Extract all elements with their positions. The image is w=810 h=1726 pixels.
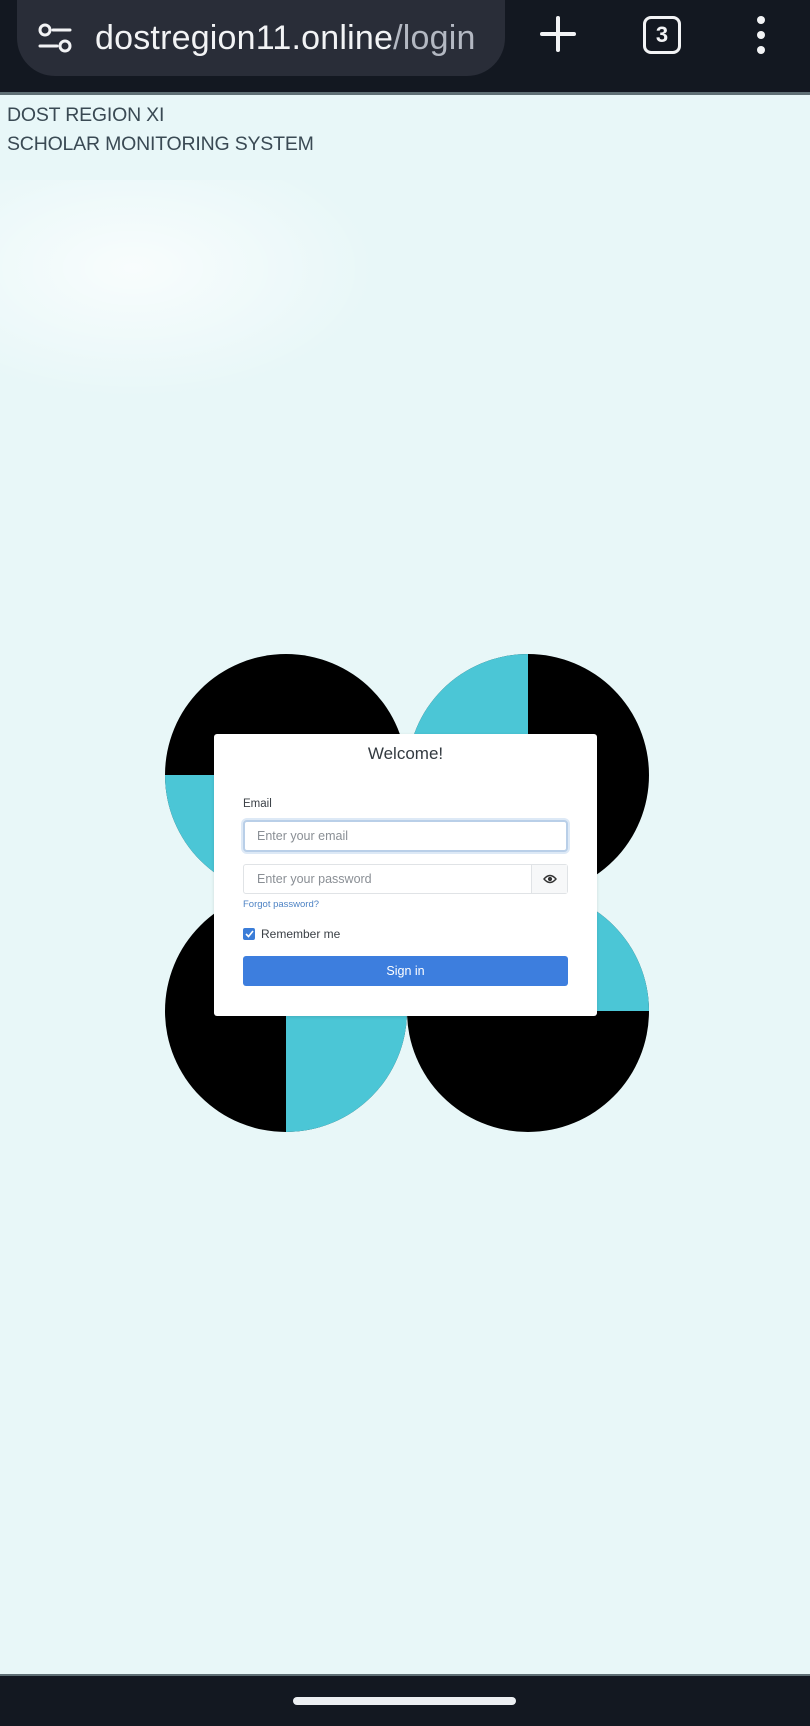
eye-icon[interactable]	[531, 865, 567, 893]
login-card: Welcome! Email Forgot password? Remember…	[214, 734, 597, 1016]
checkmark-icon	[244, 930, 254, 938]
email-label: Email	[243, 798, 272, 810]
password-group	[243, 864, 568, 894]
home-gesture-handle[interactable]	[293, 1697, 516, 1705]
forgot-password-link[interactable]: Forgot password?	[243, 899, 319, 910]
remember-me-label: Remember me	[261, 927, 341, 941]
email-field[interactable]	[243, 820, 568, 852]
remember-me-checkbox[interactable]	[243, 928, 255, 940]
remember-me-row[interactable]: Remember me	[243, 927, 340, 941]
sign-in-button[interactable]: Sign in	[243, 956, 568, 986]
welcome-title: Welcome!	[367, 744, 444, 763]
logo-accent-bottom-left	[286, 1011, 407, 1132]
password-field[interactable]	[244, 865, 531, 893]
